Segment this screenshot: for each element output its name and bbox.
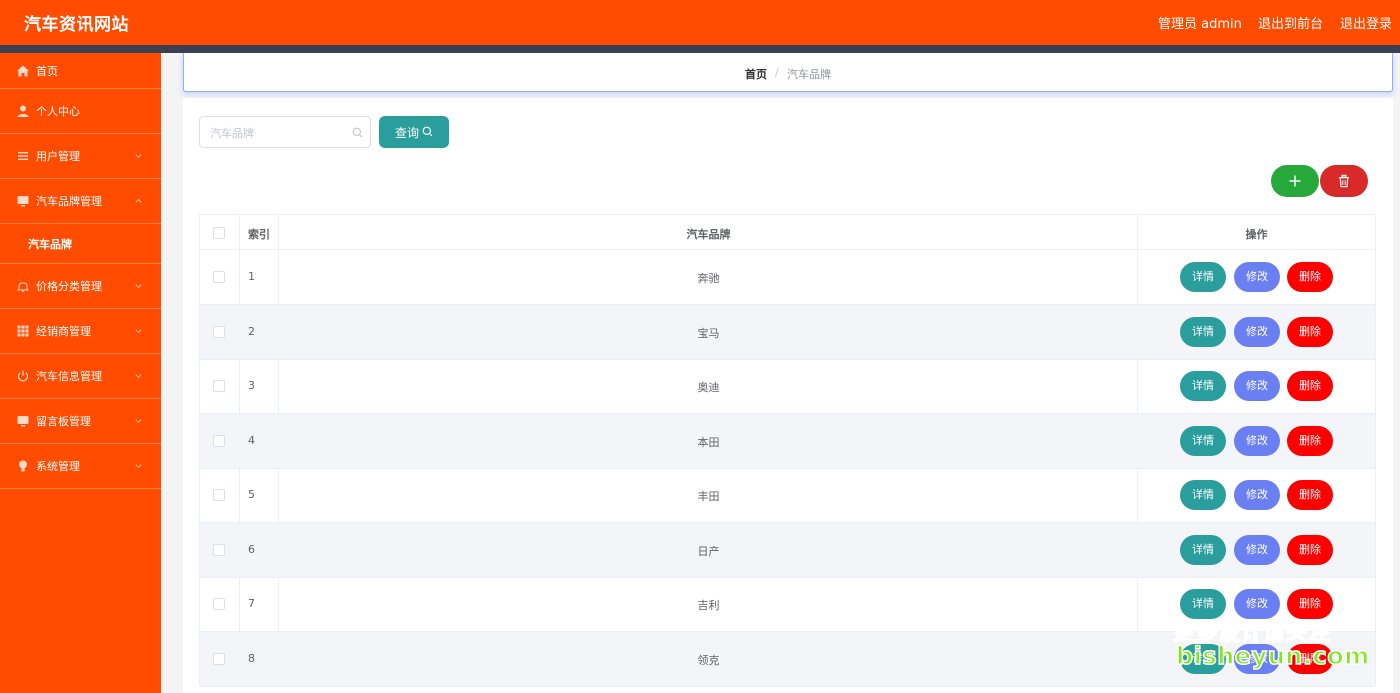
sidebar: 首页 个人中心 用户管理 汽车品牌管理 汽车品牌 价格分类管理 经销商管理 汽车… [0, 53, 161, 693]
trash-icon [1339, 174, 1349, 188]
grid-icon [17, 325, 29, 337]
edit-button[interactable]: 修改 [1234, 480, 1280, 510]
chevron-down-icon [135, 284, 142, 289]
sidebar-subitem-brand[interactable]: 汽车品牌 [0, 224, 161, 264]
breadcrumb: 首页 / 汽车品牌 [183, 53, 1393, 92]
sidebar-item-brand-management[interactable]: 汽车品牌管理 [0, 179, 161, 224]
table-row: 3 奥迪 详情 修改 删除 [200, 359, 1375, 414]
query-button[interactable]: 查询 [379, 116, 449, 148]
monitor-icon [17, 196, 29, 207]
cell-brand: 本田 [697, 436, 720, 449]
sidebar-item-home[interactable]: 首页 [0, 53, 161, 89]
search-icon [352, 127, 363, 138]
cell-brand: 领克 [697, 654, 720, 667]
detail-button[interactable]: 详情 [1180, 535, 1226, 565]
breadcrumb-separator: / [775, 66, 779, 79]
detail-button[interactable]: 详情 [1180, 426, 1226, 456]
admin-label: 管理员 admin [1158, 17, 1242, 32]
chevron-up-icon [135, 198, 142, 203]
watermark-line2: bisheyun.com [1175, 641, 1370, 671]
bell-icon [16, 282, 30, 293]
sidebar-item-car-info[interactable]: 汽车信息管理 [0, 354, 161, 399]
add-button[interactable] [1271, 165, 1319, 197]
breadcrumb-home[interactable]: 首页 [745, 66, 767, 82]
sidebar-item-message-board[interactable]: 留言板管理 [0, 399, 161, 444]
back-to-front-link[interactable]: 退出到前台 [1258, 13, 1323, 32]
sidebar-item-label: 首页 [36, 64, 58, 78]
bulb-icon [19, 460, 27, 472]
edit-button[interactable]: 修改 [1234, 317, 1280, 347]
delete-button[interactable]: 删除 [1287, 426, 1333, 456]
table-row: 4 本田 详情 修改 删除 [200, 414, 1375, 469]
sidebar-item-profile[interactable]: 个人中心 [0, 89, 161, 134]
list-icon [18, 152, 28, 160]
sidebar-item-price-category[interactable]: 价格分类管理 [0, 264, 161, 309]
sidebar-item-label: 经销商管理 [36, 325, 91, 338]
sidebar-item-system[interactable]: 系统管理 [0, 444, 161, 489]
breadcrumb-current: 汽车品牌 [787, 68, 831, 81]
batch-delete-button[interactable] [1320, 165, 1368, 197]
chevron-down-icon [135, 419, 142, 424]
edit-button[interactable]: 修改 [1234, 371, 1280, 401]
cell-brand: 宝马 [697, 327, 720, 340]
detail-button[interactable]: 详情 [1180, 262, 1226, 292]
table-header: 索引 汽车品牌 操作 [200, 215, 1375, 250]
edit-button[interactable]: 修改 [1234, 262, 1280, 292]
sidebar-item-dealers[interactable]: 经销商管理 [0, 309, 161, 354]
sidebar-item-users[interactable]: 用户管理 [0, 134, 161, 179]
cell-brand: 日产 [697, 545, 720, 558]
edit-button[interactable]: 修改 [1234, 535, 1280, 565]
sidebar-item-label: 留言板管理 [36, 415, 91, 428]
chevron-down-icon [135, 329, 142, 334]
delete-button[interactable]: 删除 [1287, 371, 1333, 401]
query-button-label: 查询 [395, 126, 420, 140]
cell-brand: 吉利 [697, 599, 720, 612]
cell-brand: 丰田 [697, 490, 720, 503]
brand-search-field[interactable] [199, 116, 371, 148]
cell-brand: 奥迪 [697, 381, 720, 394]
detail-button[interactable]: 详情 [1180, 480, 1226, 510]
home-icon [17, 65, 29, 76]
plus-icon [1289, 175, 1301, 187]
top-header: 汽车资讯网站 管理员 admin 退出到前台 退出登录 [0, 0, 1400, 45]
brand-search-input[interactable] [210, 123, 350, 143]
chevron-down-icon [135, 464, 142, 469]
chevron-down-icon [135, 374, 142, 379]
chevron-down-icon [135, 154, 142, 159]
detail-button[interactable]: 详情 [1180, 371, 1226, 401]
sidebar-item-label: 用户管理 [36, 150, 80, 163]
table-row: 6 日产 详情 修改 删除 [200, 523, 1375, 578]
delete-button[interactable]: 删除 [1287, 480, 1333, 510]
cell-brand: 奔驰 [697, 272, 720, 285]
table-row: 1 奔驰 详情 修改 删除 [200, 250, 1375, 305]
logout-link[interactable]: 退出登录 [1340, 13, 1392, 32]
sidebar-item-label: 汽车信息管理 [36, 370, 102, 383]
table-row: 5 丰田 详情 修改 删除 [200, 468, 1375, 523]
monitor-icon [17, 416, 29, 427]
sidebar-subitem-label: 汽车品牌 [28, 237, 72, 251]
user-icon [17, 105, 29, 117]
sidebar-item-label: 个人中心 [36, 105, 80, 118]
power-icon [17, 370, 29, 382]
delete-button[interactable]: 删除 [1287, 317, 1333, 347]
search-icon [422, 126, 433, 137]
sidebar-item-label: 汽车品牌管理 [36, 195, 102, 208]
detail-button[interactable]: 详情 [1180, 317, 1226, 347]
header-brand: 汽车品牌 [686, 228, 731, 241]
header-strip [0, 45, 1400, 53]
site-title: 汽车资讯网站 [24, 15, 129, 35]
sidebar-item-label: 价格分类管理 [36, 280, 102, 293]
header-actions: 操作 [1245, 228, 1268, 241]
sidebar-item-label: 系统管理 [36, 460, 80, 473]
table-row: 2 宝马 详情 修改 删除 [200, 305, 1375, 360]
edit-button[interactable]: 修改 [1234, 426, 1280, 456]
delete-button[interactable]: 删除 [1287, 535, 1333, 565]
delete-button[interactable]: 删除 [1287, 262, 1333, 292]
